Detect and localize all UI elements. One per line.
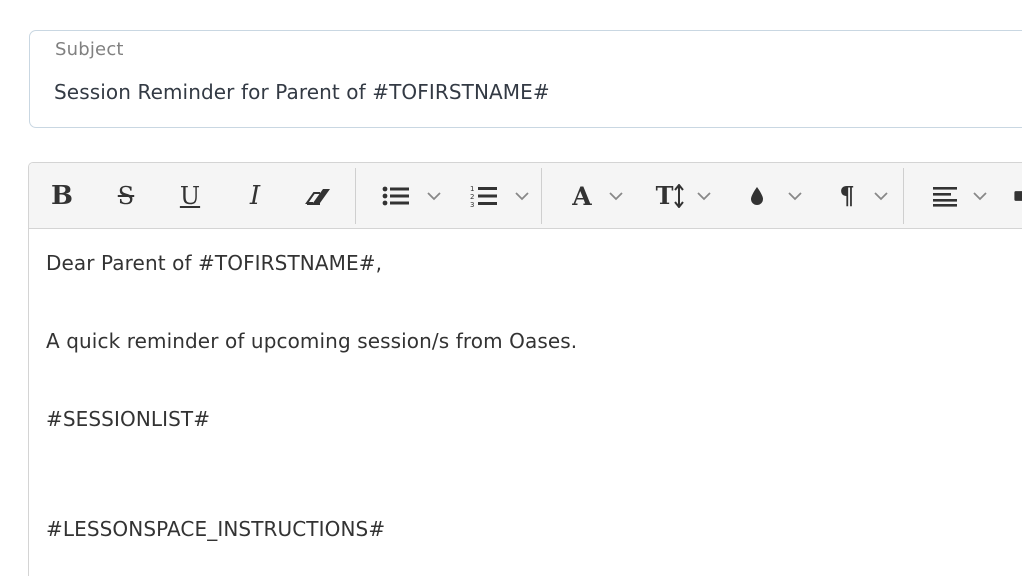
underline-button[interactable]: U [175,175,205,217]
toolbar-separator [355,168,356,224]
editor-toolbar: B S U I 1 2 3 A T ¶ [29,163,1022,229]
svg-text:2: 2 [470,193,474,201]
table-icon [1014,191,1022,201]
bullet-list-button[interactable] [377,175,447,217]
align-button[interactable] [925,175,995,217]
chevron-down-icon [515,192,529,201]
body-line: #LESSONSPACE_INSTRUCTIONS# [46,517,386,541]
subject-label: Subject [55,39,124,60]
italic-icon: I [249,181,261,211]
toolbar-separator [903,168,904,224]
chevron-down-icon [788,192,802,201]
paragraph-icon: ¶ [839,181,855,210]
italic-button[interactable]: I [240,175,270,217]
numbered-list-button[interactable]: 1 2 3 [465,175,535,217]
chevron-down-icon [427,192,441,201]
editor-content[interactable]: Dear Parent of #TOFIRSTNAME#, A quick re… [46,229,1022,576]
bullet-list-icon [382,186,409,206]
chevron-down-icon [874,192,888,201]
paragraph-format-button[interactable]: ¶ [829,175,899,217]
font-size-icon: T [655,181,674,210]
text-height-icon [674,184,685,208]
strikethrough-button[interactable]: S [111,175,141,217]
highlight-color-button[interactable] [741,175,811,217]
font-size-button[interactable]: T [649,175,719,217]
chevron-down-icon [697,192,712,201]
svg-text:1: 1 [470,185,474,193]
chevron-down-icon [973,192,987,201]
body-line: Dear Parent of #TOFIRSTNAME#, [46,251,383,275]
bold-button[interactable]: B [47,175,77,217]
clear-format-button[interactable] [301,175,335,217]
body-line: A quick reminder of upcoming session/s f… [46,329,578,353]
strikethrough-icon: S [117,182,135,210]
body-line: #SESSIONLIST# [46,407,211,431]
more-toolbar-button[interactable] [1013,175,1022,217]
bold-icon: B [51,181,73,211]
font-color-icon: A [572,181,592,211]
chevron-down-icon [609,192,623,201]
toolbar-separator [541,168,542,224]
align-left-icon [933,187,957,207]
rich-text-editor: B S U I 1 2 3 A T ¶ Dear Parent of #TOFI… [28,162,1022,576]
underline-icon: U [179,182,201,210]
subject-input[interactable] [54,75,1014,109]
ink-drop-icon [751,187,763,205]
eraser-icon [305,189,330,205]
email-template-editor: Subject B S U I [0,0,1022,576]
subject-field[interactable]: Subject [29,30,1022,128]
numbered-list-icon: 1 2 3 [470,185,497,208]
font-color-button[interactable]: A [563,175,633,217]
svg-text:3: 3 [470,201,474,208]
